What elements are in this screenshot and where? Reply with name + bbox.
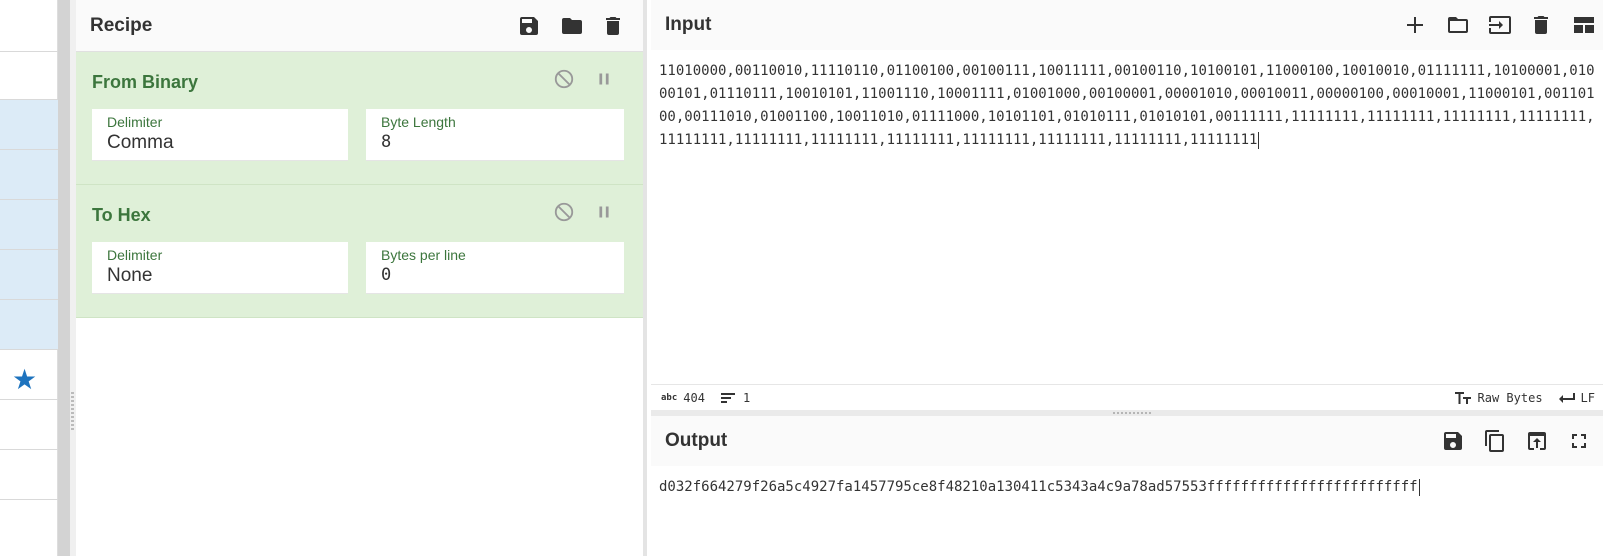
field-label: Delimiter [107, 247, 163, 263]
io-panel: Input 11010000,00110010,11110110,0110010… [651, 0, 1603, 556]
folder-icon[interactable] [559, 14, 583, 38]
save-output-icon[interactable] [1441, 429, 1465, 453]
field-label: Delimiter [107, 114, 163, 130]
ops-list-item[interactable] [0, 450, 58, 500]
output-header: Output [651, 416, 1603, 466]
clear-input-icon[interactable] [1529, 13, 1553, 37]
operations-list: ★ [0, 0, 58, 556]
ops-list-item[interactable] [0, 0, 58, 52]
abc-icon: abc [661, 392, 678, 403]
ops-list-item[interactable] [0, 150, 58, 200]
disable-icon[interactable] [553, 68, 577, 92]
fullscreen-icon[interactable] [1567, 429, 1591, 453]
divider-handle[interactable] [1113, 412, 1153, 414]
eol-selector[interactable]: LF [1558, 390, 1595, 405]
scrollbar-track[interactable] [58, 0, 70, 556]
field-value: Comma [107, 132, 174, 153]
pause-icon[interactable] [593, 68, 617, 92]
pause-icon[interactable] [593, 201, 617, 225]
encoding-selector[interactable]: Raw Bytes [1454, 391, 1543, 405]
operation-title: To Hex [92, 205, 151, 225]
lines-icon [720, 392, 735, 403]
field-value: 8 [381, 132, 392, 152]
byte-length-input[interactable]: Byte Length 8 [366, 109, 624, 161]
field-value: None [107, 265, 153, 286]
output-text: d032f664279f26a5c4927fa1457795ce8f48210a… [659, 479, 1418, 495]
line-count: 1 [720, 390, 751, 405]
text-format-icon [1454, 391, 1471, 404]
add-tab-icon[interactable] [1403, 13, 1427, 37]
return-icon [1558, 392, 1575, 403]
delimiter-select[interactable]: Delimiter None [92, 242, 348, 294]
char-count-value: 404 [683, 390, 705, 405]
field-label: Bytes per line [381, 247, 466, 263]
recipe-title: Recipe [90, 14, 153, 36]
text-cursor [1258, 131, 1260, 149]
ops-list-item[interactable] [0, 500, 58, 556]
save-icon[interactable] [517, 14, 541, 38]
open-folder-icon[interactable] [1445, 13, 1469, 37]
output-title: Output [665, 430, 728, 451]
operation-title: From Binary [92, 72, 199, 92]
ops-list-item[interactable] [0, 300, 58, 350]
recipe-header: Recipe [76, 0, 643, 52]
bytes-per-line-input[interactable]: Bytes per line 0 [366, 242, 624, 294]
delimiter-select[interactable]: Delimiter Comma [92, 109, 348, 161]
disable-icon[interactable] [553, 201, 577, 225]
char-count: abc 404 [661, 391, 705, 405]
encoding-value: Raw Bytes [1477, 390, 1543, 405]
replace-input-icon[interactable] [1525, 429, 1549, 453]
ops-list-item[interactable] [0, 400, 58, 450]
eol-value: LF [1580, 390, 1595, 405]
ops-list-item[interactable] [0, 200, 58, 250]
ops-list-item[interactable] [0, 250, 58, 300]
field-value: 0 [381, 265, 392, 285]
text-cursor [1418, 478, 1420, 496]
input-header: Input [651, 0, 1603, 50]
operation-from-binary[interactable]: From Binary Delimiter Comma Byte Length … [76, 52, 643, 185]
layout-icon[interactable] [1571, 13, 1595, 37]
trash-icon[interactable] [601, 14, 625, 38]
recipe-panel: Recipe From Binary Delimiter Comma Byte … [76, 0, 647, 556]
cyberchef-app: ★ Recipe From Binary Delimiter Comma Byt… [0, 0, 1603, 556]
copy-icon[interactable] [1483, 429, 1507, 453]
star-icon[interactable]: ★ [12, 366, 37, 394]
input-status-bar: abc 404 1 Raw Bytes LF [651, 384, 1603, 410]
input-text: 11010000,00110010,11110110,01100100,0010… [659, 63, 1595, 148]
ops-list-item[interactable] [0, 100, 58, 150]
open-file-icon[interactable] [1487, 13, 1511, 37]
resize-handle[interactable] [71, 392, 74, 432]
line-count-value: 1 [742, 390, 751, 405]
ops-list-item[interactable] [0, 52, 58, 100]
operation-to-hex[interactable]: To Hex Delimiter None Bytes per line 0 [76, 185, 643, 318]
input-title: Input [665, 14, 712, 35]
input-textarea[interactable]: 11010000,00110010,11110110,01100100,0010… [651, 50, 1603, 384]
field-label: Byte Length [381, 114, 456, 130]
output-text-area[interactable]: d032f664279f26a5c4927fa1457795ce8f48210a… [651, 472, 1603, 556]
